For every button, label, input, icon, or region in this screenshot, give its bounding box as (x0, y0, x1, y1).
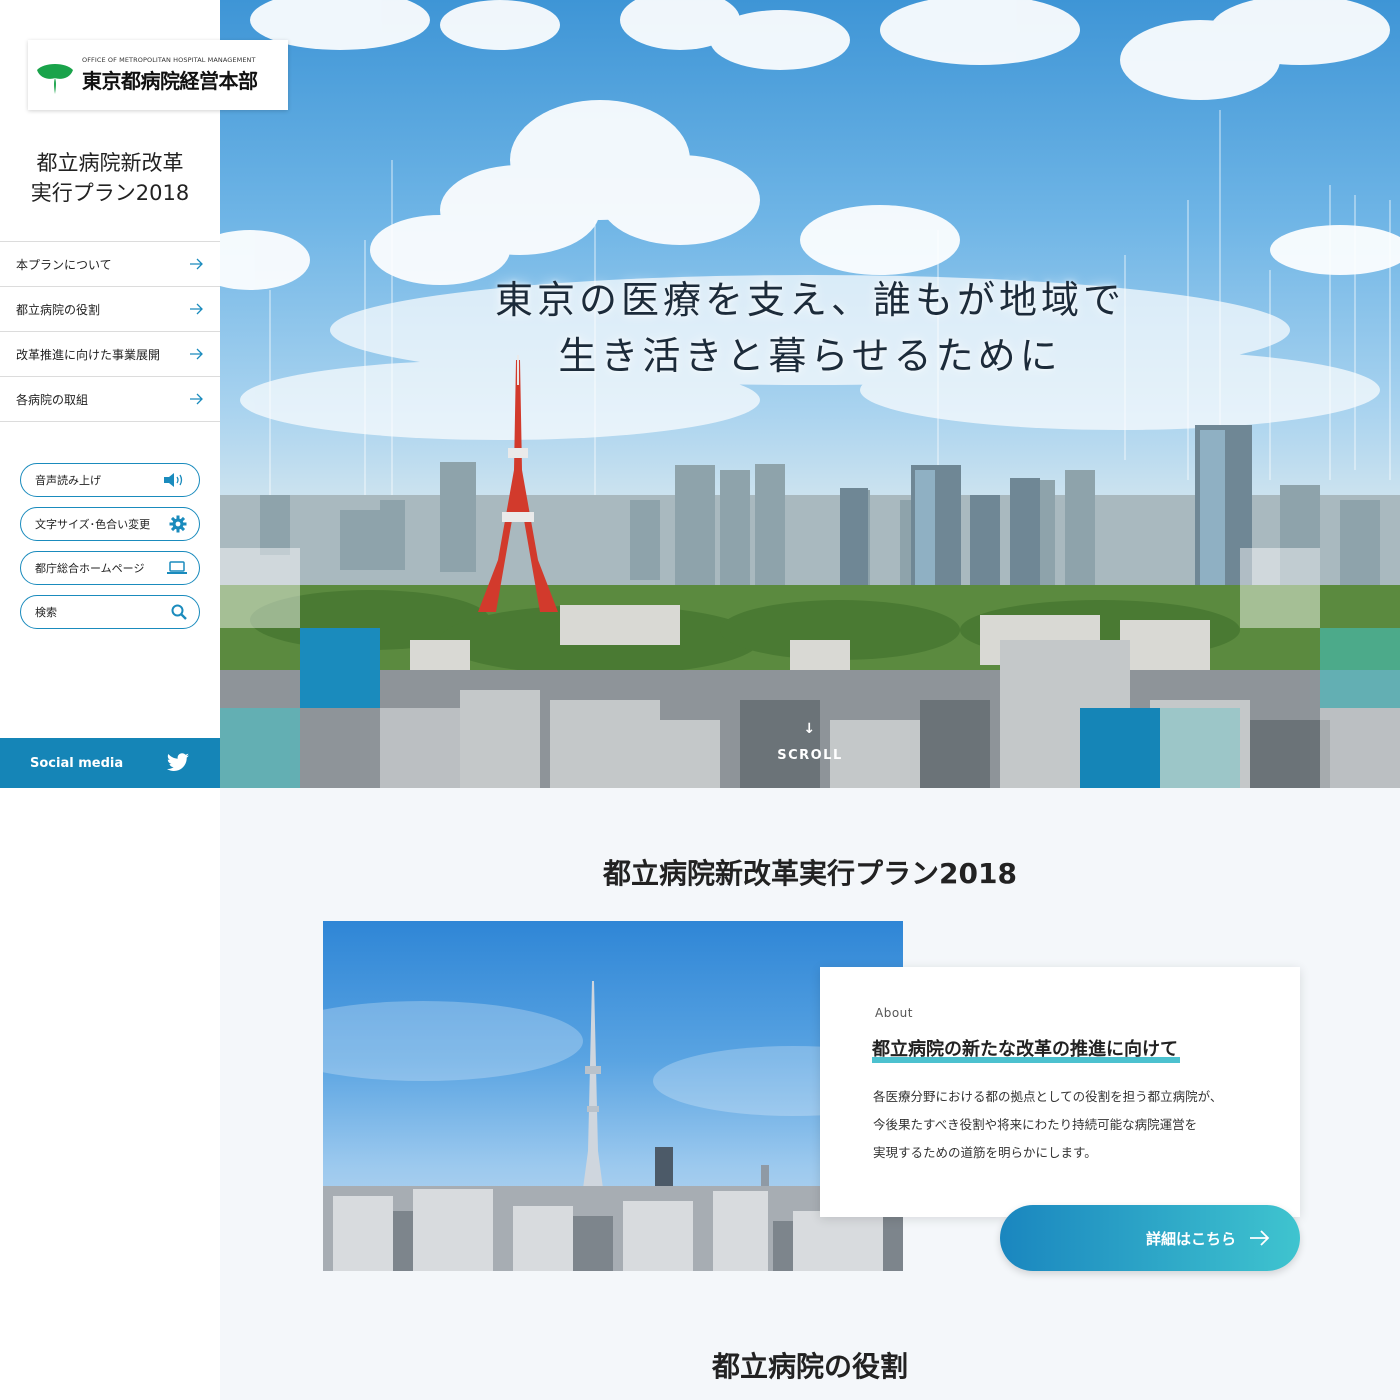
logo-japanese-text: 東京都病院経営本部 (82, 69, 258, 93)
nav-item-reform[interactable]: 改革推進に向けた事業展開 (0, 332, 220, 377)
social-media-label: Social media (30, 755, 124, 771)
nav-item-label: 本プランについて (16, 257, 112, 272)
about-body-line: 今後果たすべき役割や将来にわたり持続可能な病院運営を (873, 1117, 1198, 1132)
sidebar: OFFICE OF METROPOLITAN HOSPITAL MANAGEME… (0, 0, 288, 1400)
social-media-bar[interactable]: Social media (0, 738, 220, 788)
details-button[interactable]: 詳細はこちら (1000, 1205, 1300, 1271)
nav-item-label: 都立病院の役割 (16, 302, 101, 317)
metro-homepage-label: 都庁総合ホームページ (35, 562, 145, 575)
search-input[interactable]: 検索 (35, 604, 57, 620)
arrow-right-icon (190, 393, 203, 405)
arrow-right-icon (1250, 1230, 1270, 1246)
accessibility-tools: 音声読み上げ 文字サイズ･色合い変更 都庁総合ホームページ 検索 (20, 463, 200, 639)
site-logo[interactable]: OFFICE OF METROPOLITAN HOSPITAL MANAGEME… (28, 40, 288, 110)
main-nav: 本プランについて 都立病院の役割 改革推進に向けた事業展開 各病院の取組 (0, 241, 220, 422)
arrow-down-icon: ↓ (803, 721, 817, 737)
section-title: 都立病院新改革実行プラン2018 (603, 857, 1017, 890)
gear-icon (169, 515, 187, 533)
arrow-right-icon (190, 303, 203, 315)
ginkgo-leaf-icon (37, 64, 73, 94)
voice-readout-button[interactable]: 音声読み上げ (20, 463, 200, 497)
site-title-line2: 実行プラン2018 (30, 181, 190, 205)
site-title-line1: 都立病院新改革 (36, 151, 184, 175)
about-body-line: 実現するための道筋を明らかにします。 (873, 1145, 1097, 1160)
about-body: 各医療分野における都の拠点としての役割を担う都立病院が、 今後果たすべき役割や将… (873, 1083, 1283, 1167)
about-heading: 都立病院の新たな改革の推進に向けて (872, 1035, 1180, 1063)
speaker-icon (164, 473, 183, 487)
twitter-icon[interactable] (166, 753, 190, 773)
nav-item-label: 各病院の取組 (16, 392, 89, 407)
tokyo-skyline-illustration (220, 0, 1400, 788)
details-button-label: 詳細はこちら (1145, 1229, 1236, 1248)
about-label: About (875, 1006, 913, 1020)
search-box[interactable]: 検索 (20, 595, 200, 629)
about-card: About 都立病院の新たな改革の推進に向けて 各医療分野における都の拠点として… (820, 967, 1300, 1217)
logo-english-text: OFFICE OF METROPOLITAN HOSPITAL MANAGEME… (82, 56, 256, 64)
nav-item-role[interactable]: 都立病院の役割 (0, 287, 220, 332)
hero-section: 東京の医療を支え、誰もが地域で 生き活きと暮らせるために ↓ SCROLL (220, 0, 1400, 788)
hero-headline-line1: 東京の医療を支え、誰もが地域で (494, 278, 1125, 322)
arrow-right-icon (190, 348, 203, 360)
search-icon[interactable] (171, 604, 187, 620)
about-body-line: 各医療分野における都の拠点としての役割を担う都立病院が、 (873, 1089, 1223, 1104)
hero-headline: 東京の医療を支え、誰もが地域で 生き活きと暮らせるために (220, 272, 1400, 384)
scroll-indicator[interactable]: ↓ SCROLL (760, 722, 860, 763)
voice-readout-label: 音声読み上げ (35, 474, 101, 487)
arrow-right-icon (190, 258, 203, 270)
scroll-label: SCROLL (777, 748, 843, 763)
text-size-color-label: 文字サイズ･色合い変更 (35, 518, 151, 531)
laptop-icon (167, 561, 187, 574)
hero-headline-line2: 生き活きと暮らせるために (558, 334, 1062, 378)
skytree-photo (323, 921, 903, 1271)
metro-homepage-link[interactable]: 都庁総合ホームページ (20, 551, 200, 585)
nav-item-hospitals[interactable]: 各病院の取組 (0, 377, 220, 422)
text-size-color-button[interactable]: 文字サイズ･色合い変更 (20, 507, 200, 541)
section2-title: 都立病院の役割 (711, 1350, 908, 1383)
nav-item-label: 改革推進に向けた事業展開 (16, 347, 161, 362)
site-title[interactable]: 都立病院新改革 実行プラン2018 (0, 148, 220, 208)
nav-item-about-plan[interactable]: 本プランについて (0, 242, 220, 287)
